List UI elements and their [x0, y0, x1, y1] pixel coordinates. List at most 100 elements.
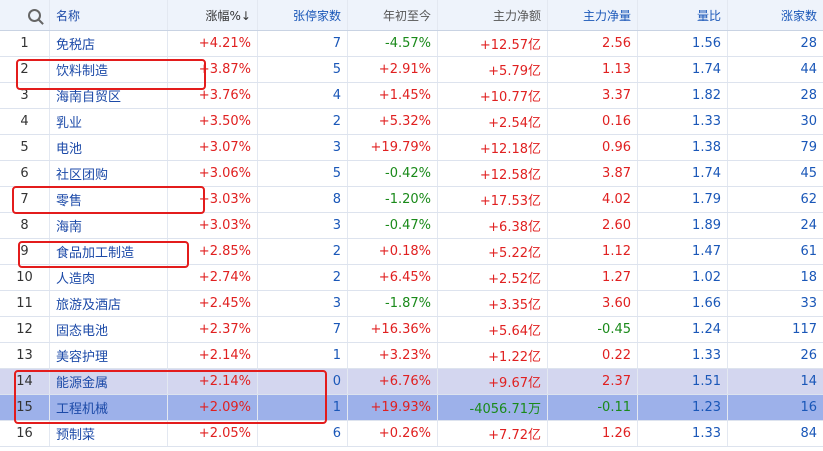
row-ytd: +19.79% — [348, 135, 438, 160]
col-volratio-header[interactable]: 量比 — [638, 0, 728, 30]
row-chg: +3.50% — [168, 109, 258, 134]
row-main-net: +7.72亿 — [438, 421, 548, 446]
col-mainnet-header[interactable]: 主力净额 — [438, 0, 548, 30]
row-main-qty: 2.56 — [548, 31, 638, 56]
row-name: 人造肉 — [50, 265, 168, 290]
row-main-qty: -0.11 — [548, 395, 638, 420]
col-ytd-header[interactable]: 年初至今 — [348, 0, 438, 30]
row-limitup-count: 3 — [258, 135, 348, 160]
row-rise-count: 79 — [800, 140, 817, 155]
table-row[interactable]: 13 美容护理 +2.14% 1 +3.23% +1.22亿 0.22 1.33 26 — [0, 343, 823, 369]
row-limitup-count: 7 — [258, 31, 348, 56]
row-main-net: +5.22亿 — [438, 239, 548, 264]
row-main-qty: 1.26 — [548, 421, 638, 446]
row-main-net: +17.53亿 — [438, 187, 548, 212]
row-ytd: +2.91% — [348, 57, 438, 82]
row-vol-ratio: 1.02 — [638, 265, 728, 290]
col-name-header[interactable]: 名称 — [50, 0, 168, 30]
row-ytd: +3.23% — [348, 343, 438, 368]
row-vol-ratio: 1.82 — [638, 83, 728, 108]
annotation-box-row-7 — [12, 186, 205, 214]
col-limitup-header[interactable]: 张停家数 — [258, 0, 348, 30]
row-vol-ratio: 1.24 — [638, 317, 728, 342]
table-row[interactable]: 8 海南 +3.03% 3 -0.47% +6.38亿 2.60 1.89 24 — [0, 213, 823, 239]
row-main-net: +12.58亿 — [438, 161, 548, 186]
table-row[interactable]: 16 预制菜 +2.05% 6 +0.26% +7.72亿 1.26 1.33 84 — [0, 421, 823, 447]
row-name: 海南 — [50, 213, 168, 238]
row-main-net: +6.38亿 — [438, 213, 548, 238]
table-row[interactable]: 11 旅游及酒店 +2.45% 3 -1.87% +3.35亿 3.60 1.66 33 — [0, 291, 823, 317]
row-name: 旅游及酒店 — [50, 291, 168, 316]
row-ytd: +6.76% — [348, 369, 438, 394]
row-vol-ratio: 1.33 — [638, 421, 728, 446]
row-limitup-count: 3 — [258, 291, 348, 316]
table-header: 名称 涨幅%↓ 张停家数 年初至今 主力净额 主力净量 量比 涨家数 — [0, 0, 823, 31]
row-chg: +2.14% — [168, 343, 258, 368]
col-chg-header[interactable]: 涨幅%↓ — [168, 0, 258, 30]
row-rise-count: 117 — [792, 322, 817, 337]
row-limitup-count: 5 — [258, 57, 348, 82]
row-main-net: +3.35亿 — [438, 291, 548, 316]
row-chg: +3.07% — [168, 135, 258, 160]
row-main-net: +5.64亿 — [438, 317, 548, 342]
row-rise-count: 30 — [800, 114, 817, 129]
table-row[interactable]: 12 固态电池 +2.37% 7 +16.36% +5.64亿 -0.45 1.24 117 — [0, 317, 823, 343]
col-mainqty-header[interactable]: 主力净量 — [548, 0, 638, 30]
table-row[interactable]: 4 乳业 +3.50% 2 +5.32% +2.54亿 0.16 1.33 30 — [0, 109, 823, 135]
row-rise-count: 33 — [800, 296, 817, 311]
row-name: 免税店 — [50, 31, 168, 56]
row-main-qty: 2.37 — [548, 369, 638, 394]
row-main-qty: 0.22 — [548, 343, 638, 368]
row-ytd: +0.18% — [348, 239, 438, 264]
row-chg: +2.74% — [168, 265, 258, 290]
row-index: 4 — [0, 109, 50, 134]
table-row[interactable]: 10 人造肉 +2.74% 2 +6.45% +2.52亿 1.27 1.02 18 — [0, 265, 823, 291]
row-rise-count: 28 — [800, 36, 817, 51]
annotation-box-row-2 — [16, 59, 206, 90]
row-rise-count: 26 — [800, 348, 817, 363]
row-chg: +3.06% — [168, 161, 258, 186]
row-vol-ratio: 1.79 — [638, 187, 728, 212]
row-name: 乳业 — [50, 109, 168, 134]
row-rise-count: 44 — [800, 62, 817, 77]
row-rise-count: 18 — [800, 270, 817, 285]
row-vol-ratio: 1.33 — [638, 109, 728, 134]
row-ytd: -0.42% — [348, 161, 438, 186]
row-main-qty: 4.02 — [548, 187, 638, 212]
row-main-qty: 2.60 — [548, 213, 638, 238]
row-main-net: +10.77亿 — [438, 83, 548, 108]
search-header-cell[interactable] — [0, 0, 50, 30]
row-main-net: +12.18亿 — [438, 135, 548, 160]
table-row[interactable]: 5 电池 +3.07% 3 +19.79% +12.18亿 0.96 1.38 79 — [0, 135, 823, 161]
row-main-net: +1.22亿 — [438, 343, 548, 368]
row-main-qty: 1.12 — [548, 239, 638, 264]
row-limitup-count: 2 — [258, 265, 348, 290]
row-main-net: +5.79亿 — [438, 57, 548, 82]
row-main-qty: 3.60 — [548, 291, 638, 316]
row-main-net: +2.54亿 — [438, 109, 548, 134]
col-risecount-header[interactable]: 涨家数 — [728, 0, 823, 30]
row-vol-ratio: 1.33 — [638, 343, 728, 368]
row-vol-ratio: 1.47 — [638, 239, 728, 264]
row-chg: +3.03% — [168, 213, 258, 238]
row-chg: +4.21% — [168, 31, 258, 56]
table-row[interactable]: 1 免税店 +4.21% 7 -4.57% +12.57亿 2.56 1.56 28 — [0, 31, 823, 57]
row-vol-ratio: 1.51 — [638, 369, 728, 394]
row-name: 社区团购 — [50, 161, 168, 186]
row-main-qty: 0.16 — [548, 109, 638, 134]
row-vol-ratio: 1.74 — [638, 57, 728, 82]
search-icon[interactable] — [28, 9, 41, 22]
row-rise-count: 24 — [800, 218, 817, 233]
row-ytd: +6.45% — [348, 265, 438, 290]
row-limitup-count: 2 — [258, 109, 348, 134]
row-rise-count: 61 — [800, 244, 817, 259]
row-rise-count: 62 — [800, 192, 817, 207]
row-ytd: +0.26% — [348, 421, 438, 446]
row-index: 13 — [0, 343, 50, 368]
row-index: 11 — [0, 291, 50, 316]
table-row[interactable]: 6 社区团购 +3.06% 5 -0.42% +12.58亿 3.87 1.74 45 — [0, 161, 823, 187]
row-index: 8 — [0, 213, 50, 238]
row-rise-count: 16 — [800, 400, 817, 415]
row-limitup-count: 8 — [258, 187, 348, 212]
row-main-net: +2.52亿 — [438, 265, 548, 290]
